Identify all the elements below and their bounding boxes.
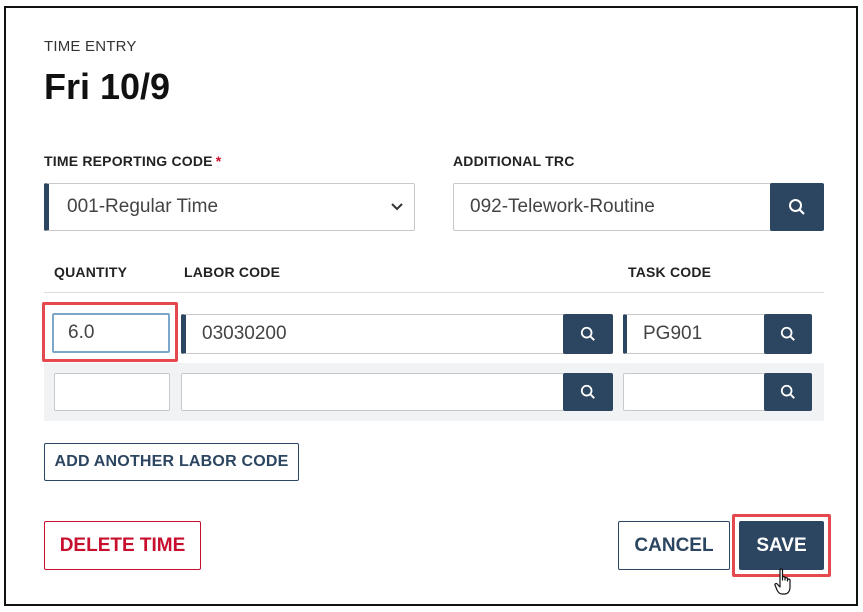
trc-select-value: 001-Regular Time bbox=[67, 196, 219, 217]
additional-trc-input[interactable]: 092-Telework-Routine bbox=[453, 183, 773, 231]
task-code-input-row-1[interactable]: PG901 bbox=[623, 314, 767, 354]
save-button[interactable]: SAVE bbox=[739, 521, 824, 570]
hand-pointer-icon bbox=[774, 568, 791, 595]
additional-trc-search-button[interactable] bbox=[770, 183, 824, 231]
quantity-input-row-2[interactable] bbox=[54, 373, 170, 411]
required-mark: * bbox=[215, 153, 222, 169]
task-code-search-button-row-1[interactable] bbox=[764, 314, 812, 354]
add-labor-code-button[interactable]: ADD ANOTHER LABOR CODE bbox=[44, 443, 299, 481]
page-title: Fri 10/9 bbox=[44, 66, 171, 107]
chevron-down-icon bbox=[391, 203, 403, 211]
additional-trc-value: 092-Telework-Routine bbox=[470, 196, 655, 217]
task-code-input-row-2[interactable] bbox=[623, 373, 766, 411]
additional-trc-label: ADDITIONAL TRC bbox=[453, 153, 575, 169]
search-icon bbox=[789, 199, 805, 215]
time-entry-dialog: TIME ENTRY Fri 10/9 TIME REPORTING CODE *… bbox=[4, 6, 858, 606]
cancel-button[interactable]: CANCEL bbox=[618, 521, 730, 570]
quantity-value: 6.0 bbox=[68, 322, 95, 343]
trc-select[interactable]: 001-Regular Time bbox=[44, 183, 415, 231]
quantity-header: QUANTITY bbox=[54, 264, 128, 280]
labor-code-search-button-row-1[interactable] bbox=[563, 314, 613, 354]
search-icon bbox=[580, 326, 595, 341]
task-code-value: PG901 bbox=[643, 323, 703, 344]
search-icon bbox=[780, 326, 795, 341]
labor-code-search-button-row-2[interactable] bbox=[563, 373, 613, 411]
labor-code-input-row-1[interactable]: 03030200 bbox=[181, 314, 565, 354]
quantity-input-row-1[interactable]: 6.0 bbox=[52, 313, 170, 353]
labor-code-value: 03030200 bbox=[202, 323, 287, 344]
search-icon bbox=[780, 384, 795, 399]
task-code-header: TASK CODE bbox=[628, 264, 712, 280]
trc-label: TIME REPORTING CODE * bbox=[44, 153, 222, 169]
search-icon bbox=[580, 384, 595, 399]
dialog-eyebrow: TIME ENTRY bbox=[44, 38, 137, 55]
task-code-search-button-row-2[interactable] bbox=[764, 373, 812, 411]
delete-time-button[interactable]: DELETE TIME bbox=[44, 521, 201, 570]
labor-code-input-row-2[interactable] bbox=[181, 373, 565, 411]
labor-code-header: LABOR CODE bbox=[184, 264, 281, 280]
table-header-divider bbox=[44, 292, 824, 293]
